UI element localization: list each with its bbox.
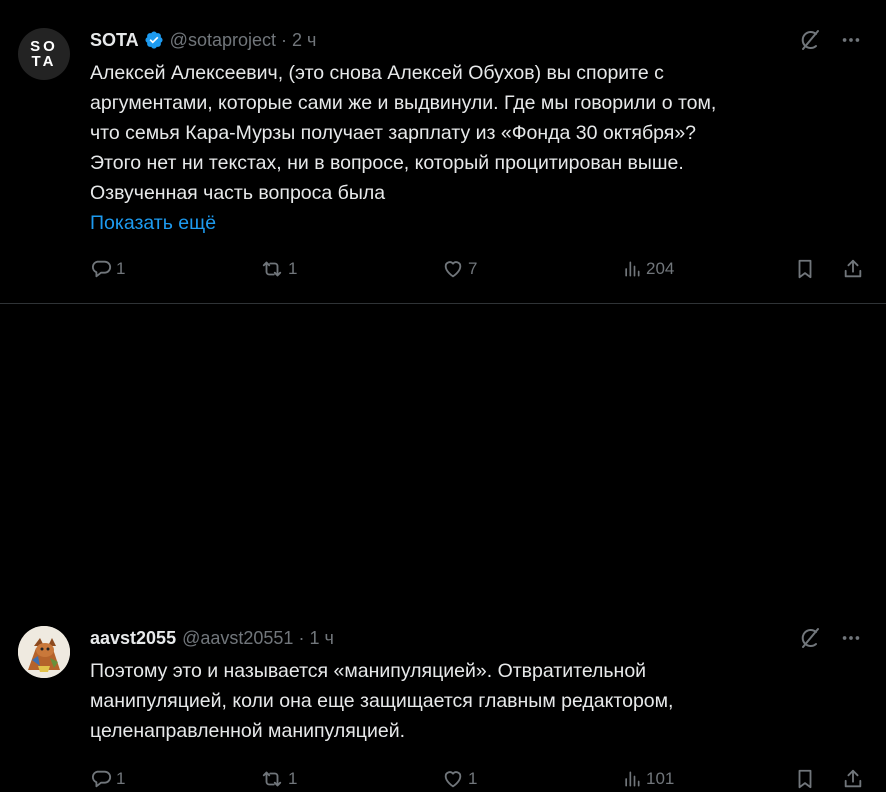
sota-logo: SO TA bbox=[18, 28, 70, 80]
bar-chart-icon bbox=[625, 771, 640, 787]
grok-icon[interactable] bbox=[798, 28, 822, 52]
fox-character-avatar-icon bbox=[18, 626, 70, 678]
share-button[interactable] bbox=[842, 258, 864, 280]
reply-button[interactable]: 1 bbox=[90, 258, 125, 280]
heart-icon bbox=[444, 261, 462, 278]
reply-button[interactable]: 1 bbox=[90, 768, 125, 790]
verified-badge-icon bbox=[144, 30, 164, 50]
reply-icon bbox=[91, 260, 111, 278]
repost-count: 1 bbox=[288, 259, 298, 278]
reply-count: 1 bbox=[116, 769, 126, 788]
avatar[interactable] bbox=[18, 626, 70, 678]
view-count: 204 bbox=[646, 259, 675, 278]
like-count: 1 bbox=[468, 769, 478, 788]
author-name[interactable]: SOTA bbox=[90, 30, 139, 51]
action-bar: 1 1 1 101 bbox=[90, 768, 866, 792]
author-name[interactable]: aavst2055 bbox=[90, 628, 176, 649]
share-icon bbox=[844, 769, 862, 788]
bar-chart-icon bbox=[625, 261, 640, 277]
timestamp[interactable]: 1 ч bbox=[309, 628, 333, 649]
separator-dot: · bbox=[298, 627, 305, 648]
grok-icon[interactable] bbox=[798, 626, 822, 650]
more-options-icon[interactable] bbox=[840, 627, 862, 649]
action-bar: 1 1 7 204 bbox=[90, 258, 866, 282]
text-line: манипуляцией, коли она еще защищается гл… bbox=[90, 690, 674, 712]
repost-icon bbox=[262, 261, 282, 277]
tweet[interactable]: SO TA SOTA @sotaproject · 2 ч Алексей Ал… bbox=[0, 0, 886, 304]
text-line: Этого нет ни текстах, ни в вопросе, кото… bbox=[90, 152, 684, 174]
reply-count: 1 bbox=[116, 259, 126, 278]
text-line: Алексей Алексеевич, (это снова Алексей О… bbox=[90, 62, 664, 84]
repost-icon bbox=[262, 771, 282, 787]
text-line: Озвученная часть вопроса была bbox=[90, 182, 386, 204]
timestamp[interactable]: 2 ч bbox=[292, 30, 316, 51]
bookmark-button[interactable] bbox=[794, 258, 816, 280]
bookmark-button[interactable] bbox=[794, 768, 816, 790]
repost-button[interactable]: 1 bbox=[260, 258, 297, 280]
views-button[interactable]: 101 bbox=[622, 768, 674, 790]
author-handle[interactable]: @sotaproject bbox=[170, 30, 276, 51]
share-icon bbox=[844, 259, 862, 278]
share-button[interactable] bbox=[842, 768, 864, 790]
show-more-link[interactable]: Показать ещё bbox=[90, 208, 216, 238]
text-line: что семья Кара-Мурзы получает зарплату и… bbox=[90, 122, 697, 144]
views-button[interactable]: 204 bbox=[622, 258, 674, 280]
more-options-icon[interactable] bbox=[840, 29, 862, 51]
like-button[interactable]: 1 bbox=[442, 768, 477, 790]
tweet-text: Поэтому это и называется «манипуляцией».… bbox=[90, 656, 860, 746]
text-line: аргументами, которые сами же и выдвинули… bbox=[90, 92, 717, 114]
repost-count: 1 bbox=[288, 769, 298, 788]
bookmark-icon bbox=[798, 769, 812, 789]
tweet[interactable]: aavst2055 @aavst20551 · 1 ч Поэтому это … bbox=[0, 304, 886, 789]
text-line: целенаправленной манипуляцией. bbox=[90, 720, 406, 742]
avatar[interactable]: SO TA bbox=[18, 28, 70, 80]
like-count: 7 bbox=[468, 259, 478, 278]
repost-button[interactable]: 1 bbox=[260, 768, 297, 790]
reply-icon bbox=[91, 770, 111, 788]
view-count: 101 bbox=[646, 769, 675, 788]
separator-dot: · bbox=[281, 29, 287, 50]
like-button[interactable]: 7 bbox=[442, 258, 477, 280]
bookmark-icon bbox=[798, 259, 812, 279]
tweet-text: Алексей Алексеевич, (это снова Алексей О… bbox=[90, 58, 860, 208]
heart-icon bbox=[444, 771, 462, 788]
text-line: Поэтому это и называется «манипуляцией».… bbox=[90, 660, 647, 682]
tweet-header: SOTA @sotaproject · 2 ч bbox=[90, 28, 316, 52]
tweet-header: aavst2055 @aavst20551 · 1 ч bbox=[90, 626, 334, 650]
author-handle[interactable]: @aavst20551 bbox=[182, 628, 293, 649]
